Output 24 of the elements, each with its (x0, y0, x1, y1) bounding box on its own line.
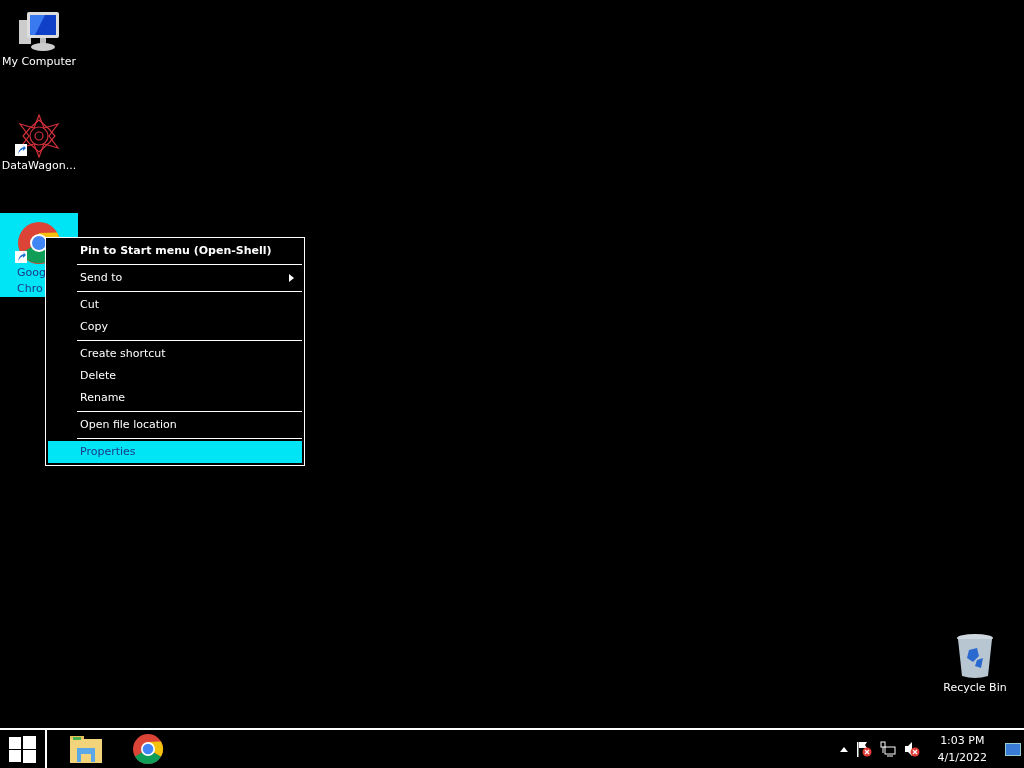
show-hidden-icons-icon[interactable] (839, 746, 848, 752)
desktop-icon[interactable]: My Computer (0, 2, 78, 70)
desktop-icon[interactable]: DataWagon... (0, 106, 78, 174)
icon-label: My Computer (1, 54, 77, 70)
menu-item[interactable]: Cut (48, 294, 302, 316)
recycle-bin-icon[interactable] (955, 632, 995, 680)
icon-label: DataWagon... (1, 158, 77, 174)
menu-item[interactable]: Rename (48, 387, 302, 409)
icon-label: Chro (16, 281, 43, 297)
menu-item[interactable]: Open file location (48, 414, 302, 436)
show-desktop-icon[interactable] (1005, 742, 1021, 756)
menu-item[interactable]: Properties (48, 441, 302, 463)
menu-item[interactable]: Copy (48, 316, 302, 338)
menu-item[interactable]: Delete (48, 365, 302, 387)
desktop-icon[interactable]: Recycle Bin (936, 624, 1014, 696)
clock-date[interactable]: 4/1/2022 (937, 749, 987, 766)
submenu-arrow-icon (289, 274, 294, 282)
volume-muted-icon[interactable] (903, 741, 920, 757)
icon-label: Recycle Bin (943, 680, 1007, 696)
flag-icon[interactable] (855, 741, 872, 757)
icon-label: Goog (16, 265, 46, 281)
menu-item[interactable]: Create shortcut (48, 343, 302, 365)
clock-time[interactable]: 1:03 PM (940, 732, 985, 749)
network-icon[interactable] (879, 741, 896, 757)
